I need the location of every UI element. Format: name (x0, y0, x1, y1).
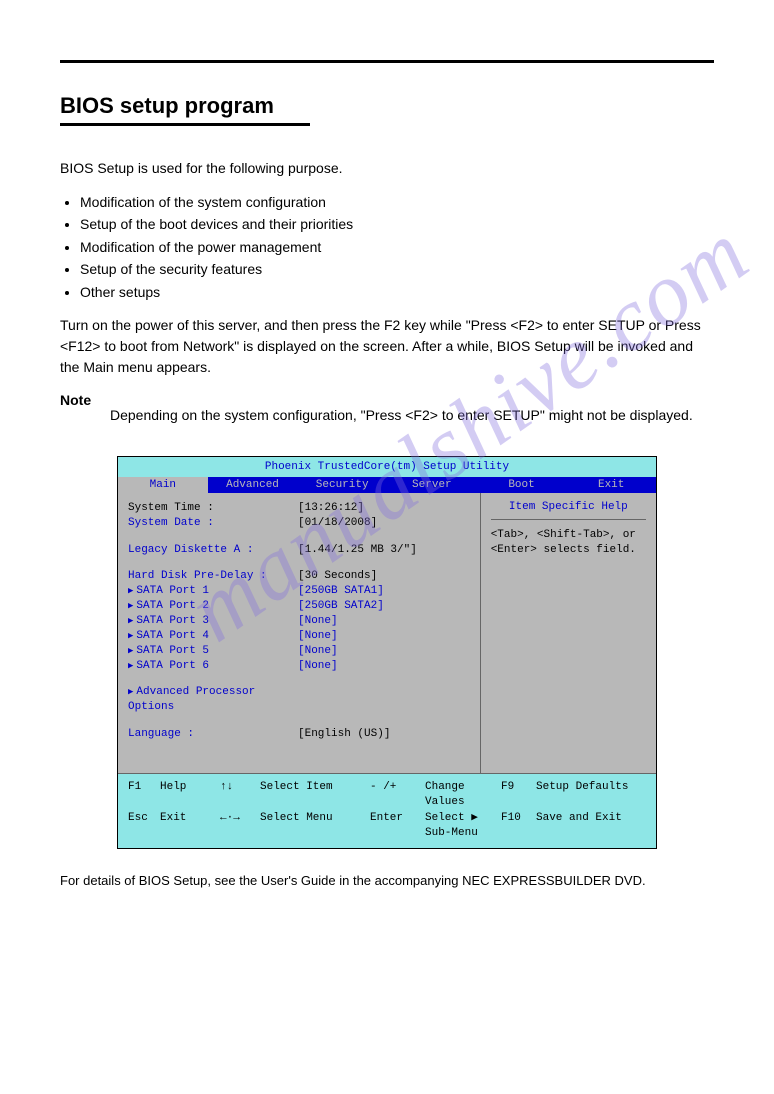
bullet-item: Modification of the system configuration (80, 191, 714, 213)
bios-setting-label: SATA Port 4 (128, 629, 298, 644)
bios-setting-label: Advanced Processor Options (128, 685, 298, 715)
bios-setting-label: SATA Port 1 (128, 584, 298, 599)
bios-setting-value: [250GB SATA1] (298, 584, 470, 599)
key-f1-desc: Help (160, 780, 220, 811)
arrows-leftright-icon: ←·→ (220, 811, 260, 842)
note-label: Note (60, 392, 91, 408)
bios-setting-label: System Date : (128, 516, 298, 531)
bios-setting-value: [None] (298, 644, 470, 659)
bios-help-text: <Tab>, <Shift-Tab>, or <Enter> selects f… (491, 528, 646, 559)
bios-setting-row[interactable]: Advanced Processor Options (128, 685, 470, 715)
bios-setting-label: SATA Port 3 (128, 614, 298, 629)
section-title: BIOS setup program (60, 93, 310, 126)
bios-settings-panel: System Time :[13:26:12]System Date :[01/… (118, 493, 481, 773)
bios-setting-value: [01/18/2008] (298, 516, 470, 531)
bios-tab-main[interactable]: Main (118, 477, 208, 493)
bios-setting-label: System Time : (128, 501, 298, 516)
bios-setting-row[interactable]: SATA Port 5[None] (128, 644, 470, 659)
bios-setting-value: [1.44/1.25 MB 3/"] (298, 543, 470, 558)
bios-setting-row[interactable]: Language :[English (US)] (128, 727, 470, 742)
bios-setting-row[interactable]: System Time :[13:26:12] (128, 501, 470, 516)
bios-setting-row[interactable]: SATA Port 4[None] (128, 629, 470, 644)
arrows-leftright-desc: Select Menu (260, 811, 370, 842)
bullet-item: Modification of the power management (80, 236, 714, 258)
bios-setting-label: SATA Port 6 (128, 659, 298, 674)
instruction-paragraph: Turn on the power of this server, and th… (60, 315, 714, 378)
bios-body: System Time :[13:26:12]System Date :[01/… (118, 493, 656, 773)
arrows-updown-desc: Select Item (260, 780, 370, 811)
bios-footer: F1 Help ↑↓ Select Item - /+ Change Value… (118, 773, 656, 848)
bios-setting-row[interactable]: Hard Disk Pre-Delay :[30 Seconds] (128, 569, 470, 584)
key-esc-desc: Exit (160, 811, 220, 842)
bios-setting-label: Hard Disk Pre-Delay : (128, 569, 298, 584)
bios-setting-value: [30 Seconds] (298, 569, 470, 584)
bios-setting-row[interactable]: Legacy Diskette A :[1.44/1.25 MB 3/"] (128, 543, 470, 558)
footer-paragraph: For details of BIOS Setup, see the User'… (60, 873, 714, 888)
key-f9: F9 (501, 780, 536, 811)
bios-tab-security[interactable]: Security (297, 477, 387, 493)
arrows-updown-icon: ↑↓ (220, 780, 260, 811)
top-rule (60, 60, 714, 63)
bios-tab-advanced[interactable]: Advanced (208, 477, 298, 493)
bios-footer-row: F1 Help ↑↓ Select Item - /+ Change Value… (128, 780, 646, 811)
bullet-list: Modification of the system configuration… (80, 191, 714, 303)
key-plusminus-desc: Change Values (425, 780, 501, 811)
bios-setting-row[interactable]: SATA Port 6[None] (128, 659, 470, 674)
spacer (128, 531, 470, 543)
intro-paragraph: BIOS Setup is used for the following pur… (60, 158, 714, 179)
bios-help-title: Item Specific Help (491, 501, 646, 520)
bios-setting-label: Language : (128, 727, 298, 742)
bios-footer-row: Esc Exit ←·→ Select Menu Enter Select ▶ … (128, 811, 646, 842)
bullet-item: Setup of the security features (80, 258, 714, 280)
bios-setting-row[interactable]: System Date :[01/18/2008] (128, 516, 470, 531)
note-text: Depending on the system configuration, "… (110, 405, 714, 426)
bios-tab-boot[interactable]: Boot (477, 477, 567, 493)
key-f10-desc: Save and Exit (536, 811, 646, 842)
bios-setting-row[interactable]: SATA Port 1[250GB SATA1] (128, 584, 470, 599)
key-f1: F1 (128, 780, 160, 811)
bios-setting-value: [250GB SATA2] (298, 599, 470, 614)
key-f10: F10 (501, 811, 536, 842)
bios-help-panel: Item Specific Help <Tab>, <Shift-Tab>, o… (481, 493, 656, 773)
bios-setting-label: SATA Port 5 (128, 644, 298, 659)
key-esc: Esc (128, 811, 160, 842)
spacer (128, 557, 470, 569)
spacer (128, 715, 470, 727)
bios-setting-value: [None] (298, 614, 470, 629)
bullet-item: Setup of the boot devices and their prio… (80, 213, 714, 235)
key-f9-desc: Setup Defaults (536, 780, 646, 811)
bios-setting-value: [13:26:12] (298, 501, 470, 516)
document-page: BIOS setup program BIOS Setup is used fo… (0, 0, 774, 928)
key-plusminus: - /+ (370, 780, 425, 811)
bios-setting-row[interactable]: SATA Port 3[None] (128, 614, 470, 629)
bios-tab-server[interactable]: Server (387, 477, 477, 493)
bios-setting-label: SATA Port 2 (128, 599, 298, 614)
spacer (128, 673, 470, 685)
bios-setting-value: [English (US)] (298, 727, 470, 742)
bios-setting-value (298, 685, 470, 715)
bios-setting-label: Legacy Diskette A : (128, 543, 298, 558)
bios-tab-bar: Main Advanced Security Server Boot Exit (118, 477, 656, 493)
bios-screenshot: Phoenix TrustedCore(tm) Setup Utility Ma… (117, 456, 657, 849)
bios-title: Phoenix TrustedCore(tm) Setup Utility (118, 457, 656, 477)
bullet-item: Other setups (80, 281, 714, 303)
bios-setting-value: [None] (298, 629, 470, 644)
bios-setting-row[interactable]: SATA Port 2[250GB SATA2] (128, 599, 470, 614)
key-enter-desc: Select ▶ Sub-Menu (425, 811, 501, 842)
key-enter: Enter (370, 811, 425, 842)
bios-tab-exit[interactable]: Exit (566, 477, 656, 493)
bios-setting-value: [None] (298, 659, 470, 674)
